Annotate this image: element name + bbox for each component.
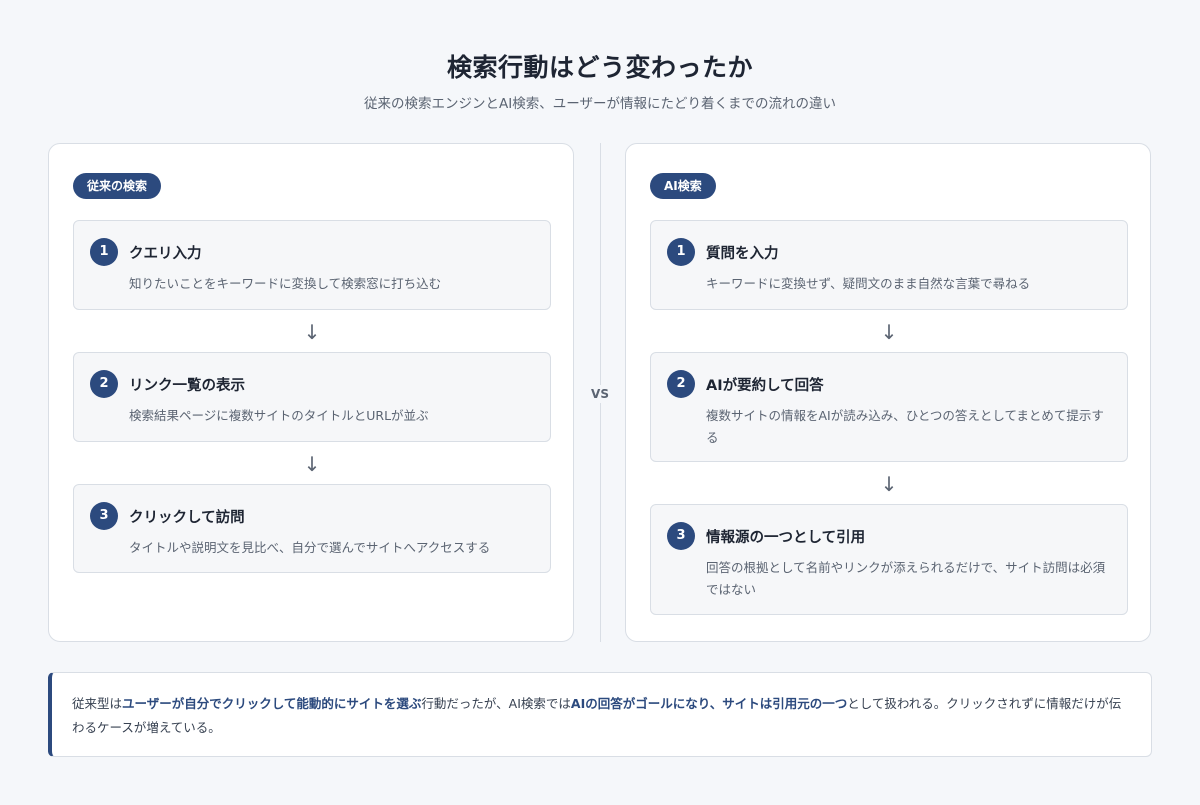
step-number-badge: 2 [90, 370, 118, 398]
down-arrow-icon: ↓ [880, 320, 898, 344]
summary-text: 行動だったが、AI検索では [421, 696, 571, 711]
step-title: リンク一覧の表示 [129, 378, 245, 394]
summary-callout: 従来型はユーザーが自分でクリックして能動的にサイトを選ぶ行動だったが、AI検索で… [48, 672, 1152, 757]
traditional-step-2: 2 リンク一覧の表示 検索結果ページに複数サイトのタイトルとURLが並ぶ [73, 352, 551, 442]
traditional-step-1: 1 クエリ入力 知りたいことをキーワードに変換して検索窓に打ち込む [73, 220, 551, 310]
step-title: AIが要約して回答 [706, 378, 824, 394]
traditional-step-3: 3 クリックして訪問 タイトルや説明文を見比べ、自分で選んでサイトへアクセスする [73, 484, 551, 573]
step-description: 回答の根拠として名前やリンクが添えられるだけで、サイト訪問は必須ではない [706, 560, 1106, 597]
ai-search-panel: AI検索 1 質問を入力 キーワードに変換せず、疑問文のまま自然な言葉で尋ねる … [625, 143, 1151, 642]
traditional-search-panel: 従来の検索 1 クエリ入力 知りたいことをキーワードに変換して検索窓に打ち込む … [48, 143, 574, 642]
down-arrow-icon: ↓ [303, 320, 321, 344]
step-number-badge: 3 [667, 522, 695, 550]
ai-step-1: 1 質問を入力 キーワードに変換せず、疑問文のまま自然な言葉で尋ねる [650, 220, 1128, 310]
step-description: 複数サイトの情報をAIが読み込み、ひとつの答えとしてまとめて提示する [706, 408, 1104, 445]
step-description: キーワードに変換せず、疑問文のまま自然な言葉で尋ねる [706, 276, 1031, 291]
ai-search-label: AI検索 [650, 173, 716, 199]
page-subtitle: 従来の検索エンジンとAI検索、ユーザーが情報にたどり着くまでの流れの違い [364, 96, 836, 112]
step-number-badge: 2 [667, 370, 695, 398]
ai-step-3: 3 情報源の一つとして引用 回答の根拠として名前やリンクが添えられるだけで、サイ… [650, 504, 1128, 615]
step-number-badge: 1 [667, 238, 695, 266]
step-number-badge: 1 [90, 238, 118, 266]
summary-text: 従来型は [72, 696, 123, 711]
ai-step-2: 2 AIが要約して回答 複数サイトの情報をAIが読み込み、ひとつの答えとしてまと… [650, 352, 1128, 462]
step-description: 知りたいことをキーワードに変換して検索窓に打ち込む [129, 276, 442, 291]
page-title: 検索行動はどう変わったか [446, 53, 753, 82]
step-title: 質問を入力 [706, 246, 779, 262]
versus-label: VS [585, 385, 615, 403]
step-title: クエリ入力 [129, 246, 202, 262]
step-description: タイトルや説明文を見比べ、自分で選んでサイトへアクセスする [129, 540, 491, 555]
down-arrow-icon: ↓ [303, 452, 321, 476]
summary-highlight: ユーザーが自分でクリックして能動的にサイトを選ぶ [122, 696, 422, 711]
traditional-search-label: 従来の検索 [73, 173, 162, 199]
summary-highlight: AIの回答がゴールになり、サイトは引用元の一つ [570, 696, 848, 711]
step-number-badge: 3 [90, 502, 118, 530]
down-arrow-icon: ↓ [880, 472, 898, 496]
step-title: 情報源の一つとして引用 [706, 530, 866, 546]
step-description: 検索結果ページに複数サイトのタイトルとURLが並ぶ [129, 408, 429, 423]
step-title: クリックして訪問 [129, 510, 245, 526]
